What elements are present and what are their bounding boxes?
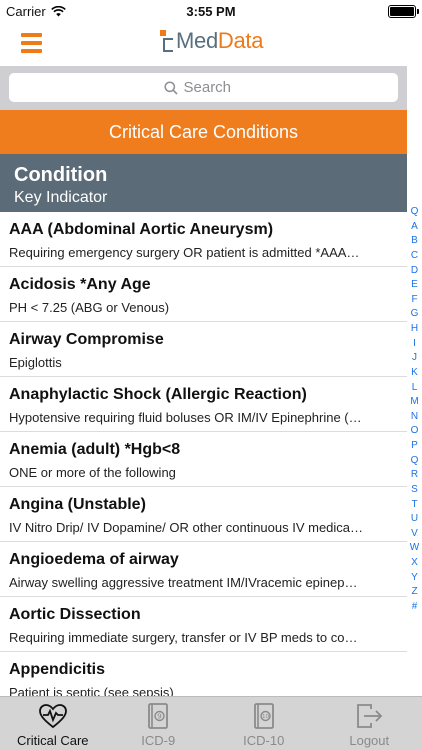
- condition-indicator: Epiglottis: [9, 355, 62, 370]
- condition-title: Acidosis *Any Age: [9, 276, 151, 293]
- index-letter[interactable]: A: [411, 221, 418, 232]
- tab-icd-10[interactable]: 10 ICD-10: [211, 697, 317, 750]
- logout-icon: [357, 704, 383, 728]
- index-letter[interactable]: H: [411, 324, 418, 334]
- meddata-logo: MedData: [160, 28, 263, 54]
- search-icon: [163, 80, 178, 95]
- index-letter[interactable]: U: [411, 514, 418, 524]
- search-area: [0, 66, 407, 110]
- column-header: Condition Key Indicator: [0, 154, 407, 212]
- tab-label: Logout: [349, 733, 390, 748]
- condition-row[interactable]: Angioedema of airway Airway swelling agg…: [0, 542, 407, 597]
- condition-indicator: Patient is septic (see sepsis): [9, 685, 174, 696]
- index-letter[interactable]: T: [411, 499, 417, 510]
- condition-row[interactable]: AAA (Abdominal Aortic Aneurysm) Requirin…: [0, 212, 407, 267]
- index-letter[interactable]: L: [412, 382, 418, 393]
- condition-title: Aortic Dissection: [9, 606, 141, 623]
- book-10-icon: 10: [253, 703, 274, 729]
- condition-indicator: PH < 7.25 (ABG or Venous): [9, 300, 170, 315]
- index-letter[interactable]: Q: [411, 207, 419, 217]
- index-letter[interactable]: M: [410, 397, 418, 407]
- condition-title: AAA (Abdominal Aortic Aneurysm): [9, 221, 274, 238]
- search-input[interactable]: [183, 79, 244, 96]
- index-letter[interactable]: N: [411, 411, 418, 422]
- condition-row[interactable]: Appendicitis Patient is septic (see seps…: [0, 652, 407, 696]
- condition-row[interactable]: Anaphylactic Shock (Allergic Reaction) H…: [0, 377, 407, 432]
- condition-row[interactable]: Anemia (adult) *Hgb<8 ONE or more of the…: [0, 432, 407, 487]
- condition-title: Angioedema of airway: [9, 551, 179, 568]
- tab-label: Critical Care: [16, 733, 89, 748]
- tab-critical-care[interactable]: Critical Care: [0, 697, 106, 750]
- conditions-list: AAA (Abdominal Aortic Aneurysm) Requirin…: [0, 212, 407, 696]
- tab-icd-9[interactable]: 9 ICD-9: [106, 697, 212, 750]
- index-letter[interactable]: #: [412, 601, 418, 612]
- index-letter[interactable]: I: [413, 338, 416, 349]
- tab-label: ICD-9: [141, 733, 176, 748]
- condition-indicator: IV Nitro Drip/ IV Dopamine/ OR other con…: [9, 520, 364, 535]
- index-letter[interactable]: O: [411, 426, 419, 436]
- alphabet-index[interactable]: Q A B C D E F G H I J K L M N O P Q R S T U V W X Y Z #: [407, 207, 422, 612]
- index-letter[interactable]: R: [411, 470, 418, 480]
- index-letter[interactable]: G: [411, 309, 419, 319]
- hamburger-menu-icon[interactable]: [21, 33, 42, 53]
- condition-indicator: Airway swelling aggressive treatment IM/…: [9, 575, 358, 590]
- index-letter[interactable]: D: [411, 265, 418, 276]
- condition-title: Airway Compromise: [9, 331, 164, 348]
- column-header-condition: Condition: [14, 164, 108, 186]
- index-letter[interactable]: Y: [411, 572, 418, 583]
- section-title: Critical Care Conditions: [0, 110, 407, 154]
- condition-indicator: Hypotensive requiring fluid boluses OR I…: [9, 410, 362, 425]
- logo-mark-icon: [160, 30, 174, 52]
- condition-row[interactable]: Angina (Unstable) IV Nitro Drip/ IV Dopa…: [0, 487, 407, 542]
- index-letter[interactable]: X: [411, 558, 418, 568]
- tab-bar: Critical Care 9 ICD-9 10 ICD-10 Logout: [0, 696, 422, 750]
- battery-icon: [388, 5, 419, 18]
- logo-text: MedData: [176, 28, 264, 53]
- tab-label: ICD-10: [243, 733, 285, 748]
- index-letter[interactable]: S: [411, 484, 418, 495]
- battery-fill: [390, 7, 414, 16]
- tab-logout[interactable]: Logout: [317, 697, 422, 750]
- status-time: 3:55 PM: [186, 4, 236, 19]
- condition-row[interactable]: Acidosis *Any Age PH < 7.25 (ABG or Veno…: [0, 267, 407, 322]
- book-9-icon: 9: [148, 703, 169, 729]
- index-letter[interactable]: B: [411, 236, 418, 246]
- index-letter[interactable]: Q: [411, 455, 419, 466]
- index-letter[interactable]: J: [412, 353, 417, 363]
- heart-pulse-icon: [38, 704, 67, 729]
- index-letter[interactable]: E: [411, 280, 418, 290]
- condition-indicator: Requiring immediate surgery, transfer or…: [9, 630, 358, 645]
- condition-indicator: Requiring emergency surgery OR patient i…: [9, 245, 360, 260]
- index-letter[interactable]: P: [411, 441, 418, 451]
- index-letter[interactable]: Z: [411, 587, 417, 597]
- condition-row[interactable]: Aortic Dissection Requiring immediate su…: [0, 597, 407, 652]
- search-box[interactable]: [9, 73, 398, 102]
- column-header-key-indicator: Key Indicator: [14, 189, 108, 206]
- status-bar: Carrier 3:55 PM: [0, 0, 422, 22]
- index-letter[interactable]: V: [411, 528, 418, 539]
- index-letter[interactable]: W: [410, 543, 419, 553]
- condition-title: Anemia (adult) *Hgb<8: [9, 441, 181, 458]
- condition-title: Appendicitis: [9, 661, 106, 678]
- index-letter[interactable]: C: [411, 250, 418, 261]
- svg-text:10: 10: [262, 714, 269, 720]
- condition-title: Angina (Unstable): [9, 496, 146, 513]
- index-letter[interactable]: F: [411, 294, 417, 305]
- nav-bar: MedData: [0, 22, 422, 66]
- svg-text:9: 9: [158, 713, 162, 721]
- index-letter[interactable]: K: [411, 367, 418, 378]
- condition-title: Anaphylactic Shock (Allergic Reaction): [9, 386, 307, 403]
- condition-row[interactable]: Airway Compromise Epiglottis: [0, 322, 407, 377]
- condition-indicator: ONE or more of the following: [9, 465, 176, 480]
